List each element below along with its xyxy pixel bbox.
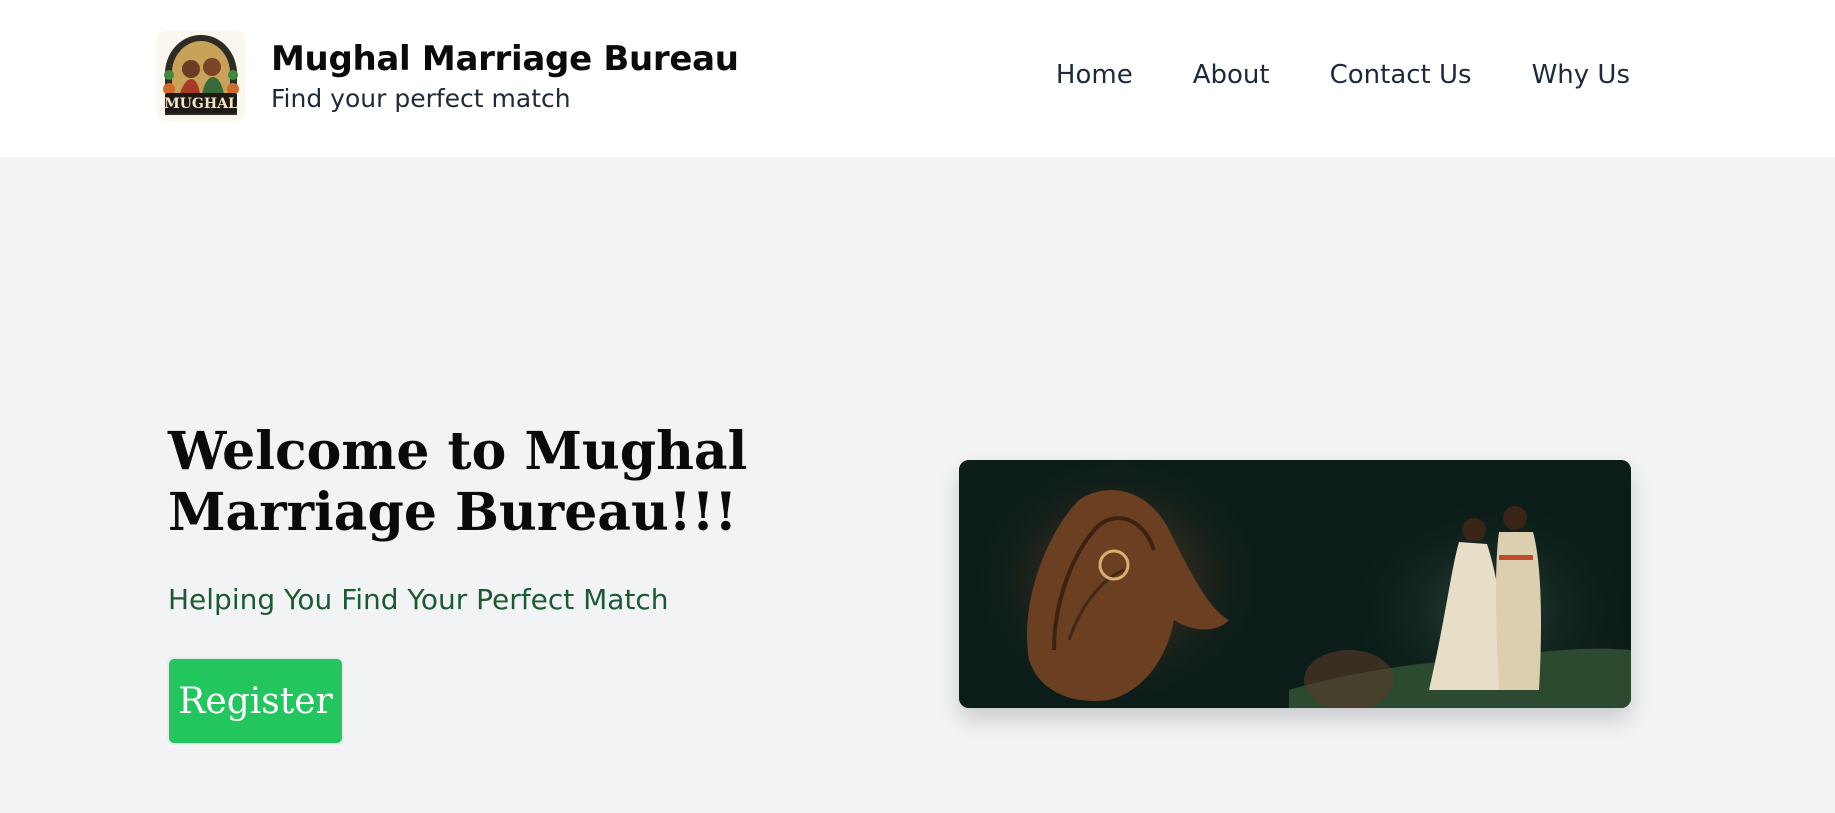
- logo-emblem-icon: MUGHAL: [163, 35, 239, 115]
- brand[interactable]: MUGHAL Mughal Marriage Bureau Find your …: [157, 31, 739, 121]
- hero-title: Welcome to Mughal Marriage Bureau!!!: [168, 421, 748, 543]
- logo-text: MUGHAL: [164, 96, 238, 112]
- hero-subtitle: Helping You Find Your Perfect Match: [168, 583, 669, 616]
- nav-why-us[interactable]: Why Us: [1532, 60, 1630, 90]
- hero-couple-image: [959, 460, 1631, 708]
- couple-photo-icon: [959, 460, 1631, 708]
- brand-text: Mughal Marriage Bureau Find your perfect…: [271, 39, 739, 113]
- brand-tagline: Find your perfect match: [271, 83, 571, 113]
- brand-logo[interactable]: MUGHAL: [157, 31, 245, 121]
- nav-contact-us[interactable]: Contact Us: [1330, 60, 1472, 90]
- nav-about[interactable]: About: [1193, 60, 1270, 90]
- nav-home[interactable]: Home: [1056, 60, 1133, 90]
- site-header: MUGHAL Mughal Marriage Bureau Find your …: [0, 0, 1835, 157]
- main-nav: Home About Contact Us Why Us: [1056, 60, 1630, 90]
- register-button[interactable]: Register: [167, 657, 344, 745]
- brand-title[interactable]: Mughal Marriage Bureau: [271, 39, 739, 80]
